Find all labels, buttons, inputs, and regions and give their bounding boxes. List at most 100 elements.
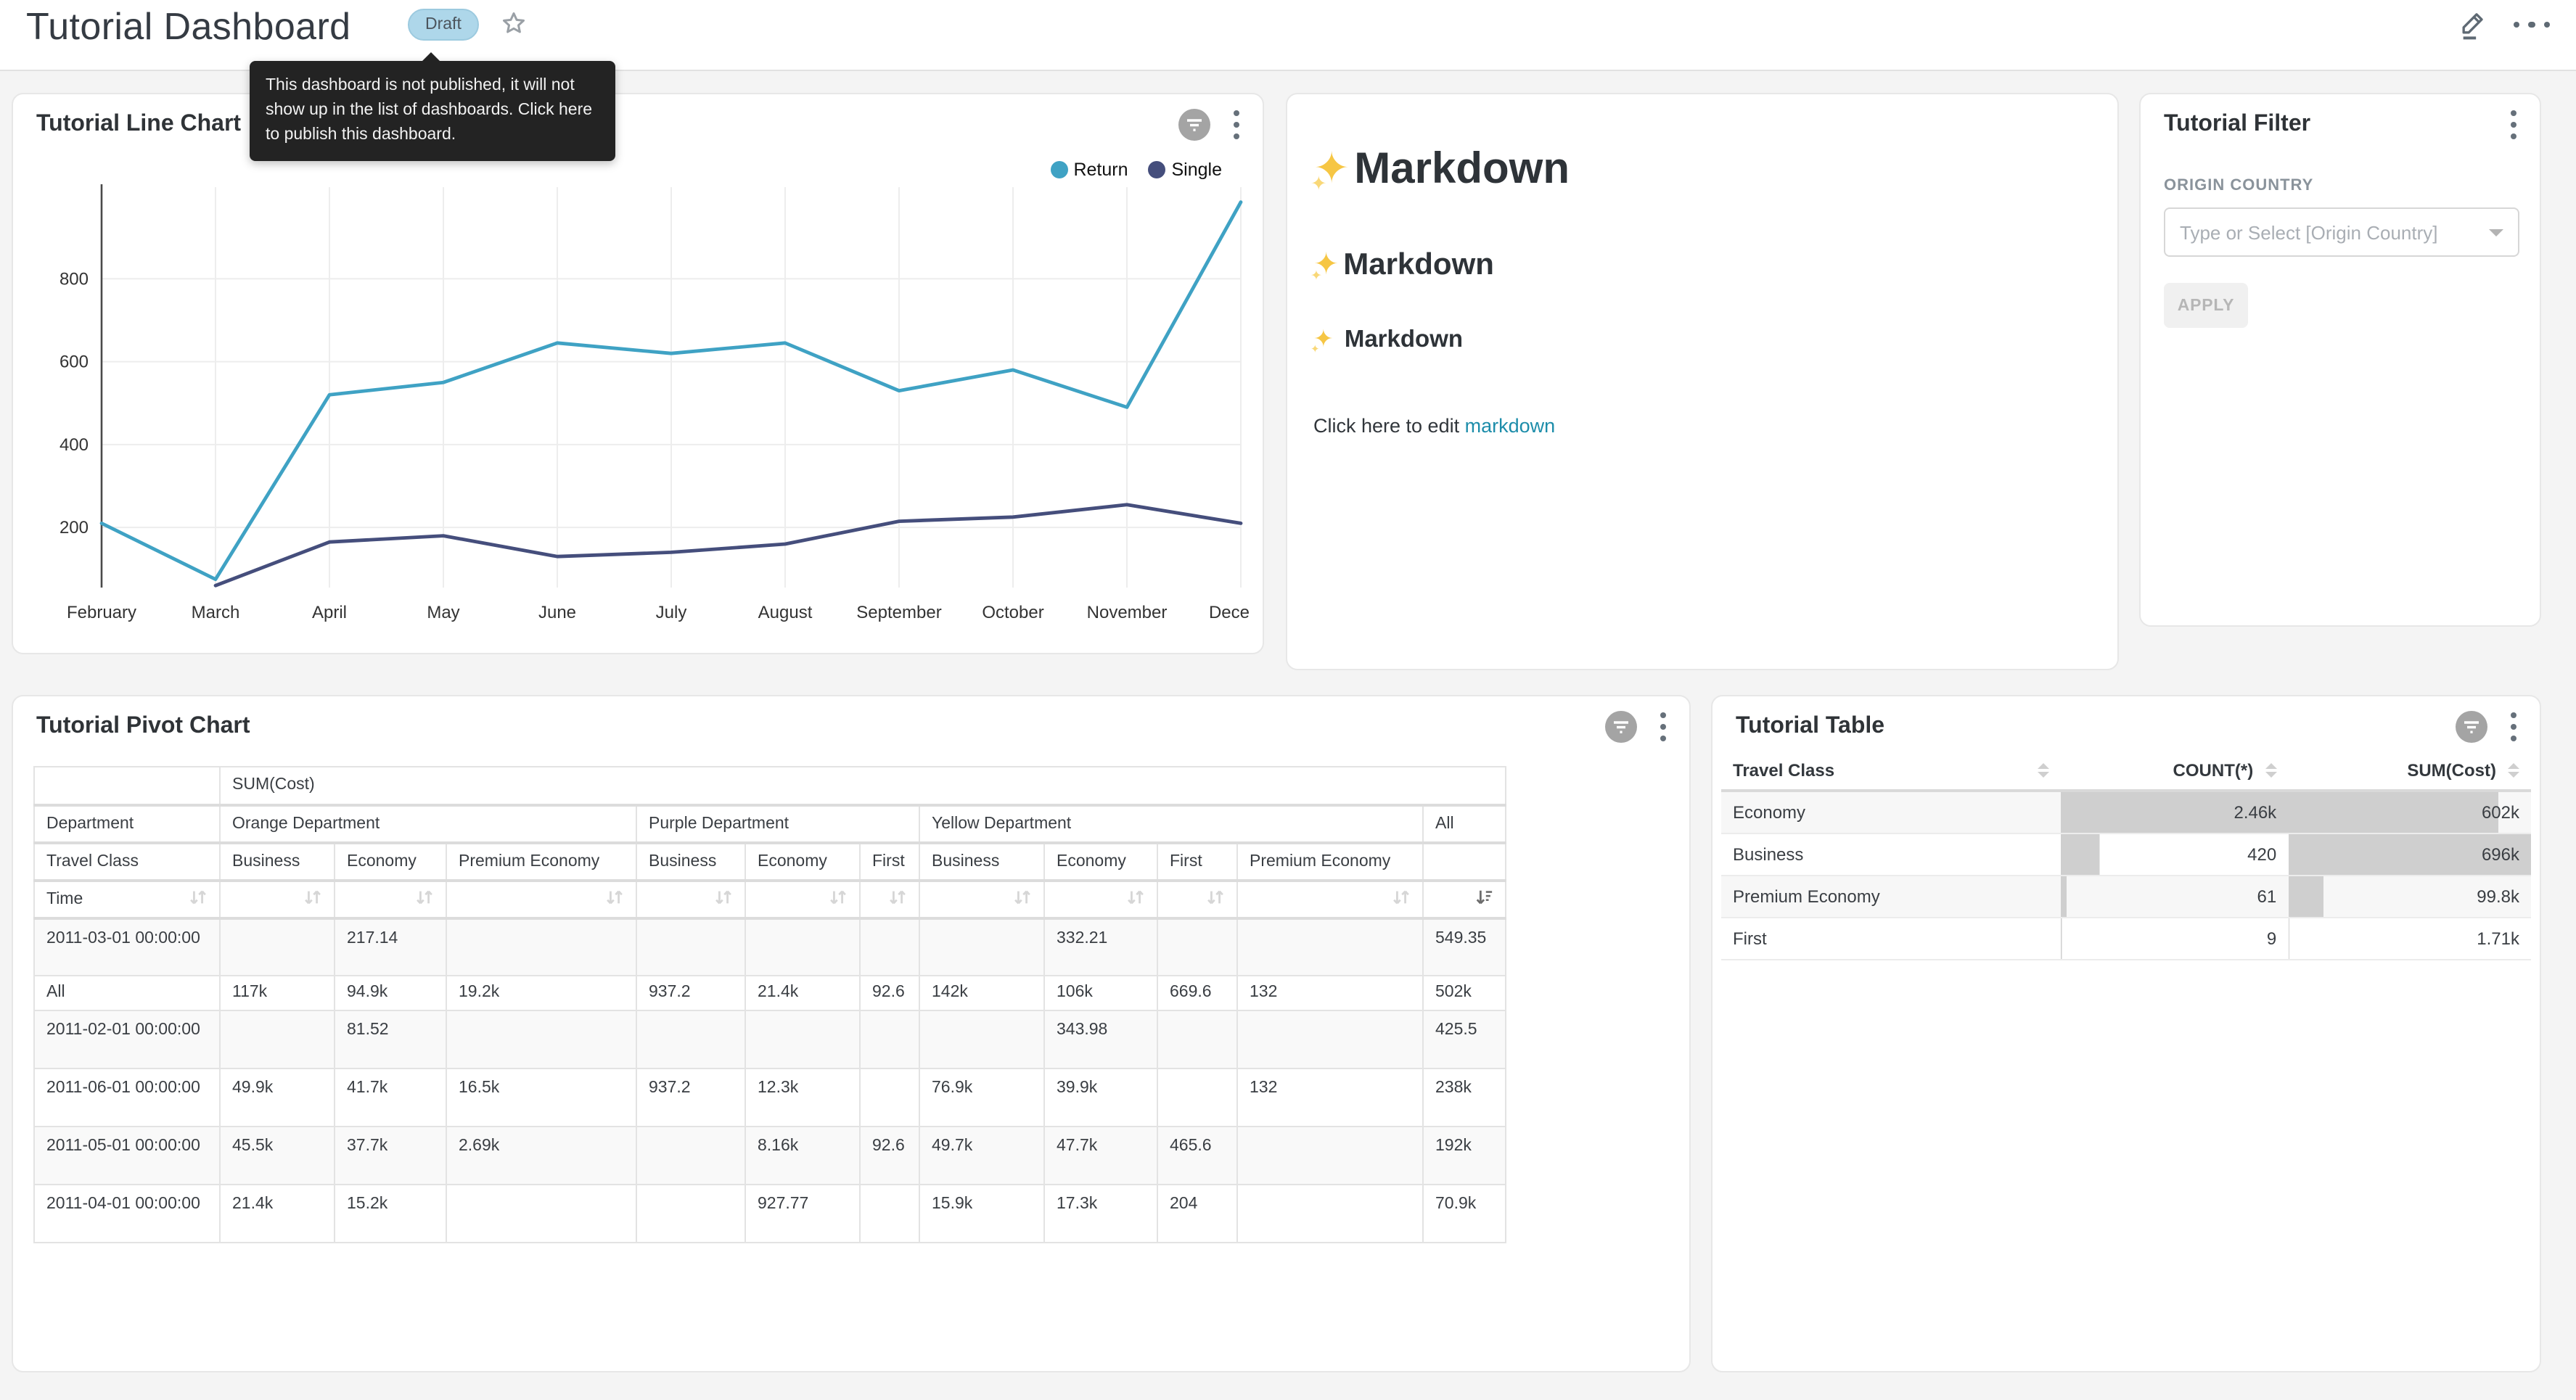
favorite-star-icon[interactable] <box>501 10 527 36</box>
svg-text:800: 800 <box>60 269 89 289</box>
sort-icon[interactable] <box>1126 887 1145 910</box>
filter-indicator-icon[interactable] <box>2456 711 2487 743</box>
pivot-cell: 132 <box>1237 1068 1423 1127</box>
edit-pencil-icon[interactable] <box>2458 9 2487 41</box>
pivot-class-header <box>1423 842 1506 880</box>
svg-text:200: 200 <box>60 518 89 538</box>
sort-icon[interactable] <box>605 887 624 910</box>
sort-icon[interactable] <box>189 887 208 910</box>
pivot-group-row: DepartmentOrange DepartmentPurple Depart… <box>34 804 1506 842</box>
filter-card-title: Tutorial Filter <box>2164 112 2310 138</box>
table-row[interactable]: Business420696k <box>1721 833 2531 876</box>
pivot-cell: 92.6 <box>860 976 919 1010</box>
tutorial-table: Travel ClassCOUNT(*)SUM(Cost)Economy2.46… <box>1721 752 2531 960</box>
origin-country-select[interactable]: Type or Select [Origin Country] <box>2164 207 2519 257</box>
sort-icon[interactable] <box>714 887 733 910</box>
pivot-cell: 92.6 <box>860 1127 919 1185</box>
pivot-corner-cell <box>34 767 220 804</box>
pivot-cell <box>636 1127 745 1185</box>
pivot-col-dim-label: Travel Class <box>34 842 220 880</box>
chart-legend[interactable]: Return Single <box>1050 160 1222 180</box>
table-card-title: Tutorial Table <box>1736 714 1884 740</box>
markdown-h2: ✦✦Markdown <box>1313 247 2091 283</box>
cell-travel-class: Economy <box>1721 791 2062 833</box>
sparkles-icon: ✦✦ <box>1313 248 1339 281</box>
pivot-class-header: First <box>1157 842 1237 880</box>
sort-icon[interactable] <box>1013 887 1032 910</box>
cell-count: 2.46k <box>2062 791 2288 833</box>
pivot-cell: 332.21 <box>1044 918 1157 976</box>
pivot-cell: 45.5k <box>220 1127 335 1185</box>
pivot-cell <box>1157 1010 1237 1068</box>
sort-icon[interactable] <box>888 887 907 910</box>
svg-text:April: April <box>312 603 347 622</box>
cell-sum: 602k <box>2288 791 2531 833</box>
sort-icon[interactable] <box>1392 887 1411 910</box>
sort-icon[interactable] <box>1206 887 1225 910</box>
pivot-cell: 8.16k <box>745 1127 860 1185</box>
pivot-class-header: Business <box>220 842 335 880</box>
pivot-cell: 19.2k <box>446 976 636 1010</box>
filter-card: Tutorial Filter ORIGIN COUNTRY Type or S… <box>2139 93 2541 627</box>
pivot-row-dim-label: Department <box>34 804 220 842</box>
cell-travel-class: First <box>1721 918 2062 960</box>
more-menu-icon[interactable] <box>2513 16 2550 34</box>
select-placeholder: Type or Select [Origin Country] <box>2180 221 2438 243</box>
pivot-data-row: 2011-06-01 00:00:0049.9k41.7k16.5k937.21… <box>34 1068 1506 1127</box>
markdown-h1: ✦✦Markdown <box>1313 144 2091 194</box>
pivot-class-header: Premium Economy <box>1237 842 1423 880</box>
pivot-cell: 94.9k <box>335 976 446 1010</box>
pivot-chart-title: Tutorial Pivot Chart <box>36 714 250 740</box>
pivot-cell: 81.52 <box>335 1010 446 1068</box>
legend-item-return[interactable]: Return <box>1050 160 1128 180</box>
pivot-cell <box>745 918 860 976</box>
chevron-down-icon <box>2489 228 2503 236</box>
pivot-group-header: All <box>1423 804 1506 842</box>
pivot-sort-cell <box>919 880 1044 918</box>
sort-desc-icon[interactable] <box>1474 887 1493 910</box>
pivot-cell: 41.7k <box>335 1068 446 1127</box>
filter-indicator-icon[interactable] <box>1178 109 1210 141</box>
pivot-cell <box>1237 1185 1423 1243</box>
pivot-table: SUM(Cost)DepartmentOrange DepartmentPurp… <box>33 766 1506 1243</box>
pivot-cell <box>220 1010 335 1068</box>
pivot-metric-header: SUM(Cost) <box>220 767 1506 804</box>
pivot-cell: 465.6 <box>1157 1127 1237 1185</box>
chart-menu-icon[interactable] <box>2508 709 2519 744</box>
svg-text:July: July <box>656 603 687 622</box>
pivot-cell: 49.7k <box>919 1127 1044 1185</box>
pivot-cell <box>446 1010 636 1068</box>
table-row[interactable]: Economy2.46k602k <box>1721 791 2531 833</box>
filter-menu-icon[interactable] <box>2508 107 2519 142</box>
table-row[interactable]: First91.71k <box>1721 918 2531 960</box>
pivot-cell <box>1237 1127 1423 1185</box>
legend-item-single[interactable]: Single <box>1149 160 1223 180</box>
chart-menu-icon[interactable] <box>1657 709 1669 744</box>
pivot-cell <box>860 1068 919 1127</box>
markdown-edit-link[interactable]: markdown <box>1465 415 1556 437</box>
col-header-travel-class[interactable]: Travel Class <box>1721 752 2062 791</box>
pivot-cell <box>446 1185 636 1243</box>
sort-icon[interactable] <box>829 887 848 910</box>
col-header-count[interactable]: COUNT(*) <box>2062 752 2288 791</box>
apply-button[interactable]: APPLY <box>2164 283 2248 328</box>
col-header-sum-cost[interactable]: SUM(Cost) <box>2288 752 2531 791</box>
table-header-row: Travel ClassCOUNT(*)SUM(Cost) <box>1721 752 2531 791</box>
draft-badge[interactable]: Draft <box>408 9 479 41</box>
table-row[interactable]: Premium Economy6199.8k <box>1721 876 2531 918</box>
dashboard-page: Tutorial Dashboard Draft This dashboard … <box>0 0 2576 1400</box>
pivot-class-header: Economy <box>1044 842 1157 880</box>
pivot-cell <box>446 918 636 976</box>
svg-text:Dece: Dece <box>1209 603 1250 622</box>
pivot-sort-cell <box>1157 880 1237 918</box>
pivot-cell <box>1157 918 1237 976</box>
pivot-cell <box>745 1010 860 1068</box>
pivot-cell <box>919 918 1044 976</box>
sort-icon[interactable] <box>303 887 322 910</box>
chart-menu-icon[interactable] <box>1231 107 1242 142</box>
pivot-cell <box>919 1010 1044 1068</box>
pivot-cell: 21.4k <box>745 976 860 1010</box>
table-card: Tutorial Table Travel ClassCOUNT(*)SUM(C… <box>1711 695 2541 1372</box>
filter-indicator-icon[interactable] <box>1605 711 1637 743</box>
sort-icon[interactable] <box>415 887 434 910</box>
